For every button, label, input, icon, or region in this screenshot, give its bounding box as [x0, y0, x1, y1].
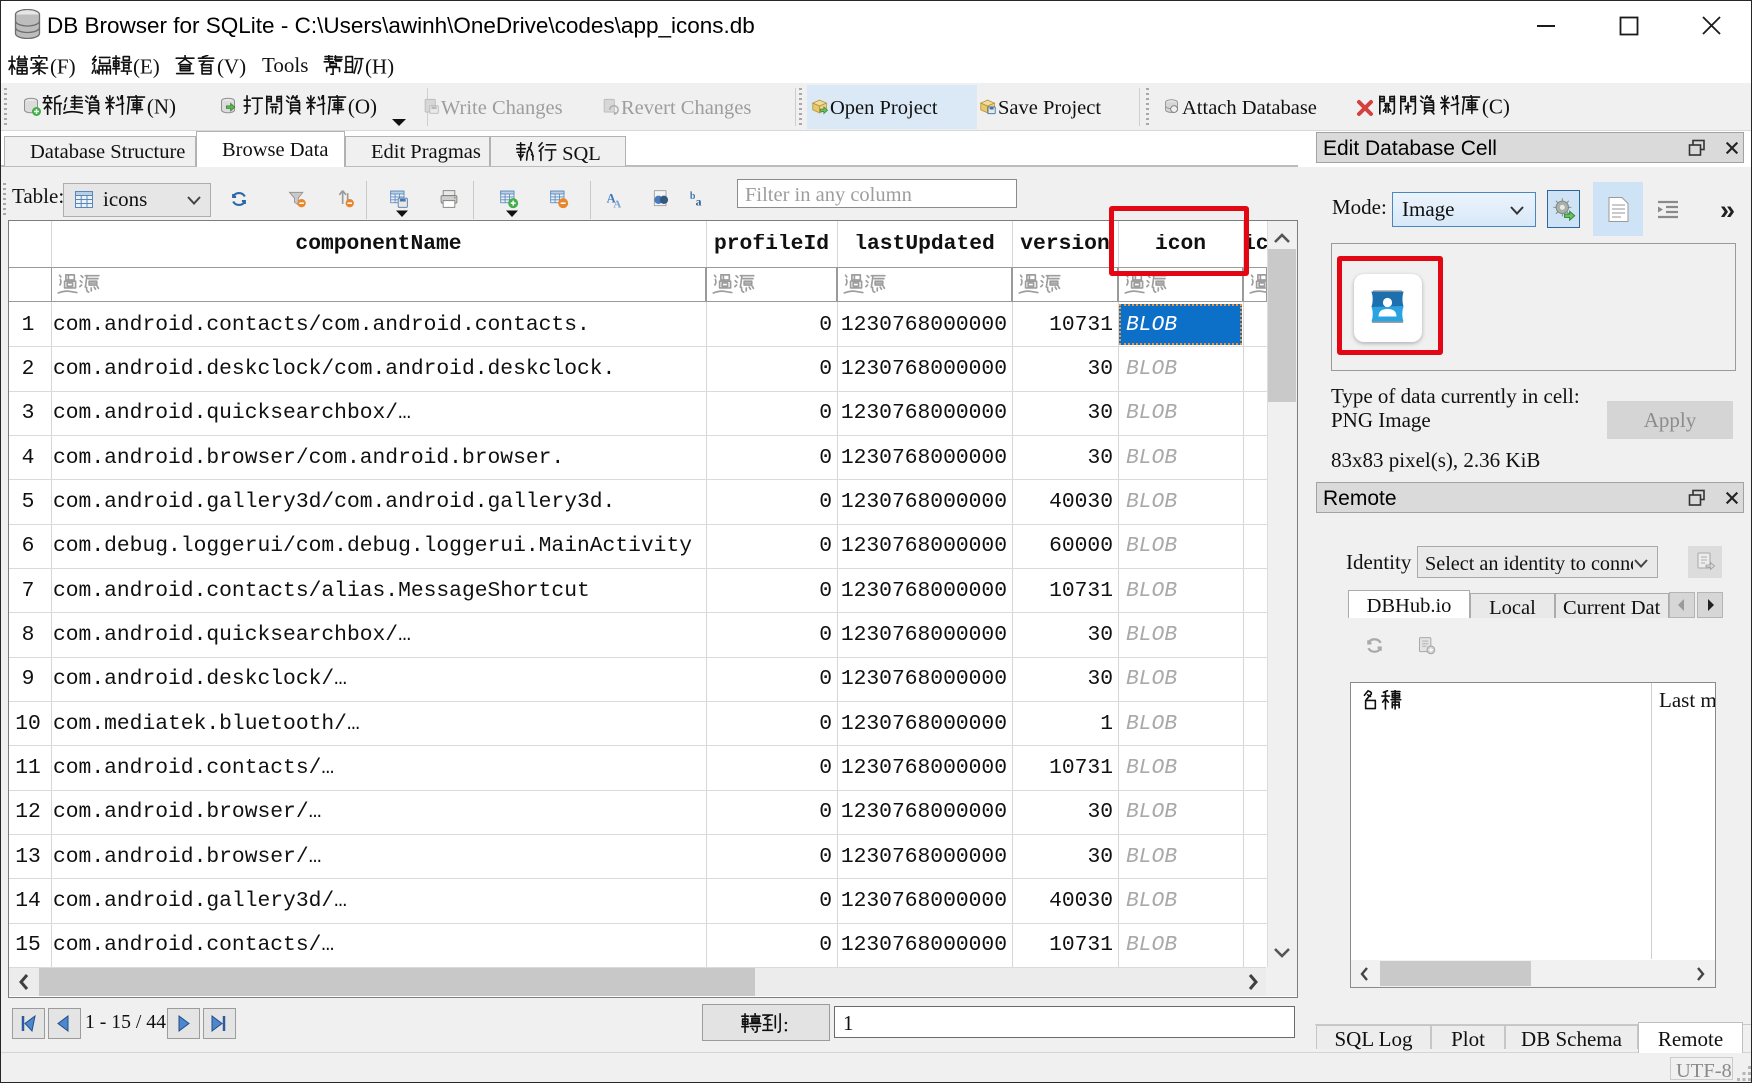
svg-text:a: a	[696, 196, 702, 209]
svg-text:A: A	[613, 198, 621, 209]
